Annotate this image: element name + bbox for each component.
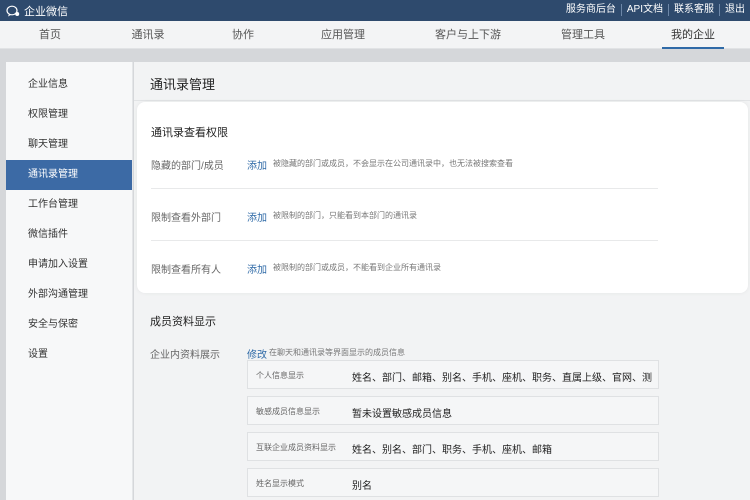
info-value: 姓名、别名、部门、职务、手机、座机、邮箱 [352,445,552,456]
link-api-docs[interactable]: API文档 [620,4,668,16]
nav-tab-customers[interactable]: 客户与上下游 [423,21,513,49]
app-brand[interactable]: 企业微信 [6,3,68,19]
add-restrict-all-button[interactable]: 添加 [247,261,267,276]
info-key: 姓名显示模式 [256,479,304,488]
top-bar: 企业微信 服务商后台 API文档 联系客服 退出 [0,0,750,21]
divider [134,100,750,101]
info-value: 别名 [352,481,372,492]
info-key: 个人信息显示 [256,371,304,380]
sidebar-item-workbench-management[interactable]: 工作台管理 [6,190,132,220]
top-links: 服务商后台 API文档 联系客服 退出 [561,4,750,16]
section-title-member-display: 成员资料显示 [150,316,216,328]
permission-desc: 被限制的部门或成员，不能看到企业所有通讯录 [273,263,441,272]
page-title: 通讯录管理 [150,77,216,92]
sidebar-item-permissions[interactable]: 权限管理 [6,100,132,130]
nav-tab-home[interactable]: 首页 [20,21,80,49]
wecom-logo-icon [6,5,20,17]
info-value: 暂未设置敏感成员信息 [352,409,452,420]
sidebar-item-chat-management[interactable]: 聊天管理 [6,130,132,160]
nav-tab-collaboration[interactable]: 协作 [213,21,273,49]
member-display-label: 企业内资料展示 [150,350,220,361]
nav-tab-app-management[interactable]: 应用管理 [308,21,378,49]
sidebar: 企业信息 权限管理 聊天管理 通讯录管理 工作台管理 微信插件 申请加入设置 外… [6,62,133,500]
info-box-name-display-mode: 姓名显示模式 别名 [247,468,659,497]
info-box-connected-enterprise: 互联企业成员资料显示 姓名、别名、部门、职务、手机、座机、邮箱 [247,432,659,461]
permission-desc: 被隐藏的部门或成员，不会显示在公司通讯录中，也无法被搜索查看 [273,159,513,168]
info-key: 互联企业成员资料显示 [256,443,336,452]
nav-tab-my-enterprise[interactable]: 我的企业 [662,21,724,49]
nav-tab-management-tools[interactable]: 管理工具 [548,21,618,49]
info-key: 敏感成员信息显示 [256,407,320,416]
link-contact-support[interactable]: 联系客服 [668,4,719,16]
permission-row-restrict-other-dept: 限制查看外部门 添加 被限制的部门，只能看到本部门的通讯录 [151,189,658,241]
member-display-desc: 在聊天和通讯录等界面显示的成员信息 [269,348,405,357]
permission-desc: 被限制的部门，只能看到本部门的通讯录 [273,211,417,220]
sidebar-item-join-settings[interactable]: 申请加入设置 [6,250,132,280]
edit-member-display-button[interactable]: 修改 [247,346,267,361]
permission-row-hidden: 隐藏的部门/成员 添加 被隐藏的部门或成员，不会显示在公司通讯录中，也无法被搜索… [151,137,658,189]
sidebar-item-settings[interactable]: 设置 [6,340,132,370]
add-hidden-button[interactable]: 添加 [247,157,267,172]
app-name: 企业微信 [24,6,68,18]
main-nav: 首页 通讯录 协作 应用管理 客户与上下游 管理工具 我的企业 [0,21,750,49]
permission-label: 隐藏的部门/成员 [151,161,224,172]
sidebar-item-enterprise-info[interactable]: 企业信息 [6,70,132,100]
sidebar-item-contacts-management[interactable]: 通讯录管理 [6,160,132,190]
permission-label: 限制查看所有人 [151,265,221,276]
permission-label: 限制查看外部门 [151,213,221,224]
view-permission-card: 通讯录查看权限 隐藏的部门/成员 添加 被隐藏的部门或成员，不会显示在公司通讯录… [137,102,748,293]
sidebar-item-external-communication[interactable]: 外部沟通管理 [6,280,132,310]
nav-tab-contacts[interactable]: 通讯录 [118,21,178,49]
sidebar-item-security[interactable]: 安全与保密 [6,310,132,340]
info-box-personal-info: 个人信息显示 姓名、部门、邮箱、别名、手机、座机、职务、直属上级、官网、测... [247,360,659,389]
permission-row-restrict-all: 限制查看所有人 添加 被限制的部门或成员，不能看到企业所有通讯录 [151,241,658,293]
info-value: 姓名、部门、邮箱、别名、手机、座机、职务、直属上级、官网、测... [352,373,652,384]
add-restrict-dept-button[interactable]: 添加 [247,209,267,224]
info-box-sensitive-info: 敏感成员信息显示 暂未设置敏感成员信息 [247,396,659,425]
link-provider-backend[interactable]: 服务商后台 [561,4,621,16]
link-logout[interactable]: 退出 [719,4,750,16]
sidebar-item-wechat-plugin[interactable]: 微信插件 [6,220,132,250]
